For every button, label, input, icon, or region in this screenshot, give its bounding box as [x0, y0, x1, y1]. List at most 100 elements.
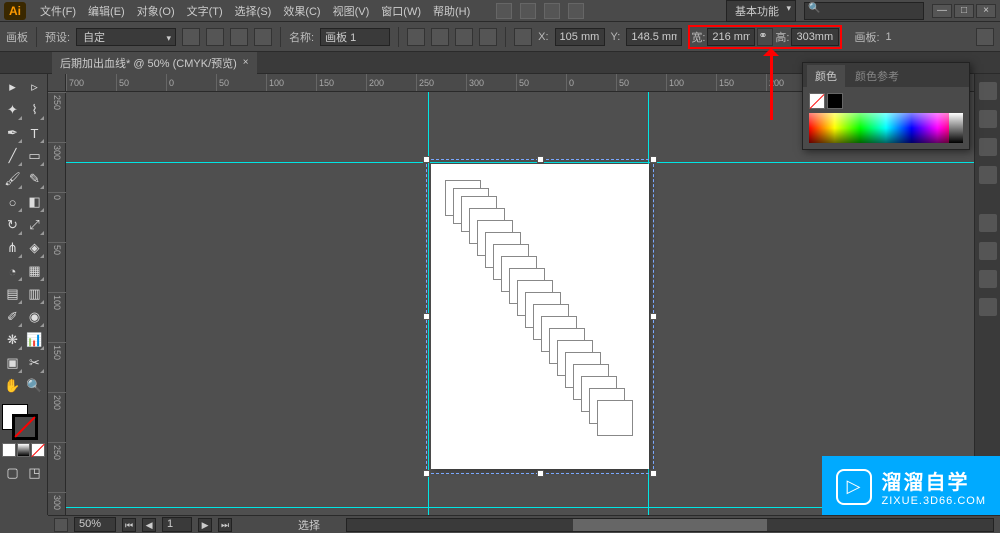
- hand-tool[interactable]: ✋: [2, 375, 23, 397]
- slice-tool[interactable]: ✂: [24, 352, 45, 374]
- paintbrush-tool[interactable]: 🖌: [2, 168, 23, 190]
- window-maximize-button[interactable]: □: [954, 4, 974, 18]
- move-with-artboard-icon[interactable]: [407, 28, 425, 46]
- menu-view[interactable]: 视图(V): [327, 1, 376, 21]
- tab-color[interactable]: 颜色: [807, 65, 845, 87]
- doc-setup-icon[interactable]: [544, 3, 560, 19]
- graph-tool[interactable]: 📊: [24, 329, 45, 351]
- guide-horizontal[interactable]: [66, 162, 974, 163]
- menu-window[interactable]: 窗口(W): [375, 1, 427, 21]
- orientation-landscape-icon[interactable]: [206, 28, 224, 46]
- new-artboard-icon[interactable]: [230, 28, 248, 46]
- window-close-button[interactable]: ×: [976, 4, 996, 18]
- panel-fill-swatch[interactable]: [809, 93, 825, 109]
- height-input[interactable]: [791, 28, 839, 46]
- width-input[interactable]: [707, 28, 755, 46]
- horizontal-scrollbar[interactable]: [346, 518, 994, 532]
- align-icon-2[interactable]: [455, 28, 473, 46]
- artboard[interactable]: [431, 164, 649, 469]
- eraser-tool[interactable]: ◧: [24, 191, 45, 213]
- guide-vertical[interactable]: [428, 92, 429, 515]
- ruler-vertical[interactable]: 250300050100150200250300: [48, 92, 66, 515]
- screen-mode-icon[interactable]: ▢: [2, 462, 23, 484]
- fill-stroke-swatches[interactable]: [2, 404, 42, 440]
- blob-brush-tool[interactable]: ○: [2, 191, 23, 213]
- menu-text[interactable]: 文字(T): [181, 1, 229, 21]
- pencil-tool[interactable]: ✎: [24, 168, 45, 190]
- free-transform-tool[interactable]: ◈: [24, 237, 45, 259]
- none-mode-icon[interactable]: [31, 443, 45, 457]
- resize-handle-s[interactable]: [537, 470, 544, 477]
- scale-tool[interactable]: ⤢: [24, 214, 45, 236]
- width-tool[interactable]: ⋔: [2, 237, 23, 259]
- document-tab[interactable]: 后期加出血线* @ 50% (CMYK/预览) ×: [52, 52, 257, 74]
- preset-dropdown[interactable]: 自定: [76, 28, 176, 46]
- panel-icon-8[interactable]: [979, 298, 997, 316]
- prev-artboard-button[interactable]: ◀: [142, 518, 156, 532]
- close-tab-icon[interactable]: ×: [243, 57, 249, 68]
- last-artboard-button[interactable]: ⏭: [218, 518, 232, 532]
- panel-icon-2[interactable]: [979, 110, 997, 128]
- magic-wand-tool[interactable]: ✦: [2, 99, 23, 121]
- resize-handle-e[interactable]: [650, 313, 657, 320]
- panel-icon-4[interactable]: [979, 166, 997, 184]
- type-tool[interactable]: T: [24, 122, 45, 144]
- draw-mode-icon[interactable]: ◳: [24, 462, 45, 484]
- orientation-portrait-icon[interactable]: [182, 28, 200, 46]
- color-mode-icon[interactable]: [2, 443, 16, 457]
- layout-icon-2[interactable]: [520, 3, 536, 19]
- pen-tool[interactable]: ✒: [2, 122, 23, 144]
- layout-icon[interactable]: [496, 3, 512, 19]
- menu-effect[interactable]: 效果(C): [277, 1, 326, 21]
- y-input[interactable]: [626, 28, 682, 46]
- resize-handle-se[interactable]: [650, 470, 657, 477]
- reference-point-icon[interactable]: [514, 28, 532, 46]
- align-icon-1[interactable]: [431, 28, 449, 46]
- blend-tool[interactable]: ◉: [24, 306, 45, 328]
- symbol-sprayer-tool[interactable]: ❋: [2, 329, 23, 351]
- rotate-tool[interactable]: ↻: [2, 214, 23, 236]
- panel-icon-1[interactable]: [979, 82, 997, 100]
- arrange-icon[interactable]: [568, 3, 584, 19]
- lasso-tool[interactable]: ⌇: [24, 99, 45, 121]
- direct-selection-tool[interactable]: ▹: [24, 76, 45, 98]
- panel-stroke-swatch[interactable]: [827, 93, 843, 109]
- menu-help[interactable]: 帮助(H): [427, 1, 476, 21]
- first-artboard-button[interactable]: ⏮: [122, 518, 136, 532]
- window-minimize-button[interactable]: —: [932, 4, 952, 18]
- next-artboard-button[interactable]: ▶: [198, 518, 212, 532]
- menu-select[interactable]: 选择(S): [229, 1, 278, 21]
- workspace-dropdown[interactable]: 基本功能: [726, 0, 796, 22]
- tab-color-guide[interactable]: 颜色参考: [847, 65, 907, 87]
- mesh-tool[interactable]: ▤: [2, 283, 23, 305]
- color-panel[interactable]: 颜色 颜色参考: [802, 62, 970, 150]
- zoom-tool[interactable]: 🔍: [24, 375, 45, 397]
- menu-file[interactable]: 文件(F): [34, 1, 82, 21]
- menu-object[interactable]: 对象(O): [131, 1, 181, 21]
- x-input[interactable]: [555, 28, 605, 46]
- collapse-panel-icon[interactable]: [976, 28, 994, 46]
- ruler-origin[interactable]: [48, 74, 66, 92]
- artboard-name-input[interactable]: [320, 28, 390, 46]
- artboard-tool[interactable]: ▣: [2, 352, 23, 374]
- align-icon-3[interactable]: [479, 28, 497, 46]
- shape-builder-tool[interactable]: ◔: [2, 260, 23, 282]
- panel-icon-6[interactable]: [979, 242, 997, 260]
- panel-icon-5[interactable]: [979, 214, 997, 232]
- delete-artboard-icon[interactable]: [254, 28, 272, 46]
- selection-tool[interactable]: ▸: [2, 76, 23, 98]
- zoom-dropdown[interactable]: 50%: [74, 517, 116, 532]
- panel-icon-7[interactable]: [979, 270, 997, 288]
- rectangle-tool[interactable]: ▭: [24, 145, 45, 167]
- artboard-page-input[interactable]: 1: [162, 517, 192, 532]
- panel-icon-3[interactable]: [979, 138, 997, 156]
- menu-edit[interactable]: 编辑(E): [82, 1, 131, 21]
- stroke-swatch[interactable]: [12, 414, 38, 440]
- gradient-tool[interactable]: ▥: [24, 283, 45, 305]
- search-input[interactable]: [804, 2, 924, 20]
- eyedropper-tool[interactable]: ✐: [2, 306, 23, 328]
- color-spectrum[interactable]: [809, 113, 963, 143]
- gradient-mode-icon[interactable]: [17, 443, 31, 457]
- line-tool[interactable]: ╱: [2, 145, 23, 167]
- perspective-tool[interactable]: ▦: [24, 260, 45, 282]
